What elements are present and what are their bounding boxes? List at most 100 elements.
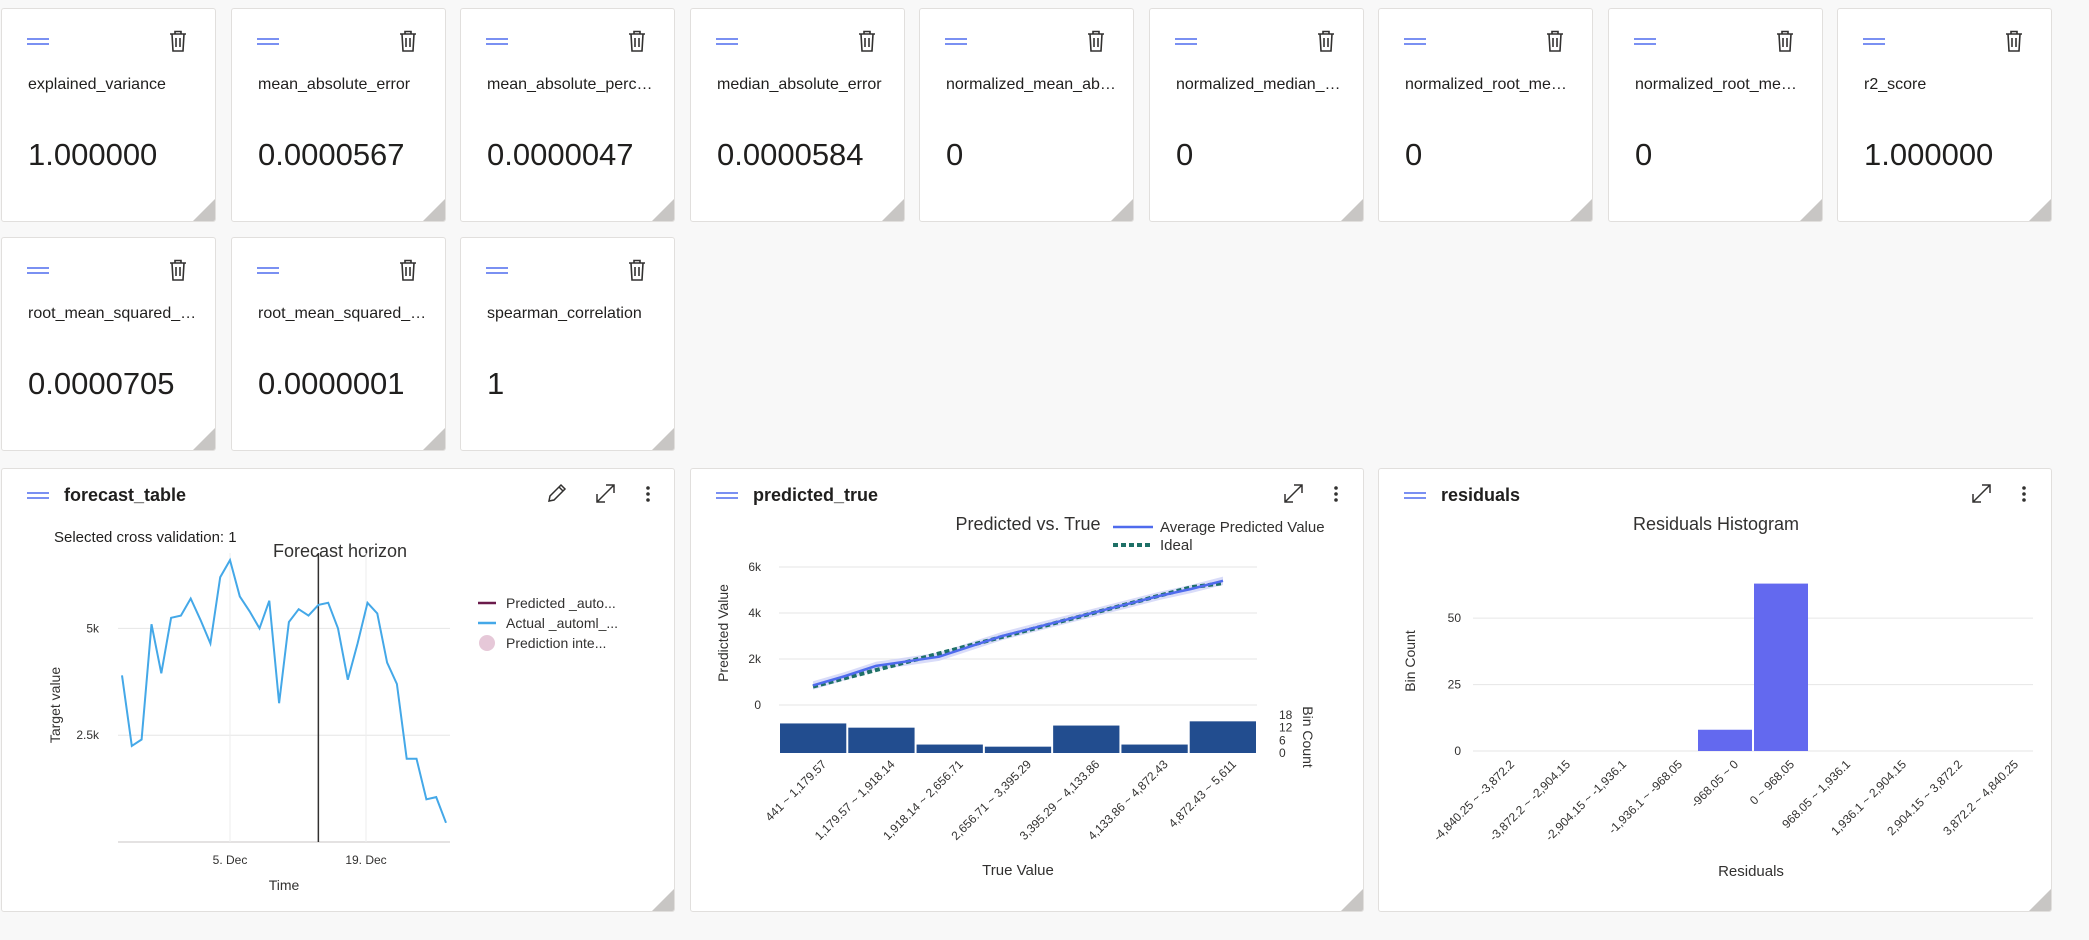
- card-title: forecast_table: [64, 485, 187, 505]
- trash-icon[interactable]: [1544, 29, 1566, 53]
- resize-handle[interactable]: [652, 199, 674, 221]
- y-axis-label: Target value: [47, 667, 63, 743]
- resize-handle[interactable]: [652, 428, 674, 450]
- metric-label: normalized_mean_abs...: [946, 76, 1116, 93]
- resize-handle[interactable]: [2029, 889, 2051, 911]
- y-tick-label: 2k: [748, 652, 762, 666]
- metric-value: 1.000000: [1864, 137, 1994, 172]
- trash-icon[interactable]: [397, 258, 419, 282]
- trash-icon[interactable]: [167, 258, 189, 282]
- actual-series-line: [121, 557, 447, 824]
- drag-handle-icon[interactable]: [945, 37, 967, 47]
- legend-entry: Actual _automl_...: [506, 615, 618, 631]
- bin-count-bar: [1053, 725, 1120, 753]
- legend-swatch-interval: [479, 635, 495, 651]
- y-tick-label: 25: [1448, 678, 1462, 692]
- drag-handle-icon[interactable]: [27, 266, 49, 276]
- resize-handle[interactable]: [193, 428, 215, 450]
- more-options-icon[interactable]: [640, 481, 656, 507]
- metric-value: 0: [946, 137, 964, 172]
- metric-card: root_mean_squared_er... 0.0000705: [1, 237, 216, 451]
- resize-handle[interactable]: [423, 199, 445, 221]
- y-tick-label: 4k: [748, 606, 762, 620]
- metric-card: normalized_root_mean... 0: [1378, 8, 1593, 222]
- more-options-icon[interactable]: [2016, 481, 2032, 507]
- resize-handle[interactable]: [652, 889, 674, 911]
- drag-handle-icon[interactable]: [1404, 37, 1426, 47]
- chart-title: Residuals Histogram: [1633, 514, 1799, 534]
- y-axis-label: Bin Count: [1402, 630, 1418, 692]
- metric-card: mean_absolute_error 0.0000567: [231, 8, 446, 222]
- card-title: residuals: [1441, 485, 1521, 505]
- x-category-label: 441 ~ 1,179.57: [762, 757, 829, 824]
- trash-icon[interactable]: [167, 29, 189, 53]
- bin-count-bar: [780, 723, 847, 753]
- resize-handle[interactable]: [193, 199, 215, 221]
- x-axis-label: Residuals: [1718, 863, 1784, 880]
- drag-handle-icon[interactable]: [1175, 37, 1197, 47]
- resize-handle[interactable]: [423, 428, 445, 450]
- drag-handle-icon[interactable]: [27, 37, 49, 47]
- residual-bar: [1698, 729, 1752, 751]
- resize-handle[interactable]: [1341, 889, 1363, 911]
- resize-handle[interactable]: [882, 199, 904, 221]
- drag-handle-icon[interactable]: [716, 491, 738, 501]
- forecast-table-card: forecast_table Selected cross validation…: [1, 468, 675, 912]
- resize-handle[interactable]: [1570, 199, 1592, 221]
- metric-card: normalized_root_mean... 0: [1608, 8, 1823, 222]
- trash-icon[interactable]: [1085, 29, 1107, 53]
- metric-card: spearman_correlation 1: [460, 237, 675, 451]
- metric-value: 0.0000567: [258, 137, 405, 172]
- expand-icon[interactable]: [593, 481, 619, 507]
- drag-handle-icon[interactable]: [257, 37, 279, 47]
- y-tick-label: 0: [754, 698, 761, 712]
- expand-icon[interactable]: [1281, 481, 1307, 507]
- metric-value: 0.0000001: [258, 366, 405, 401]
- trash-icon[interactable]: [856, 29, 878, 53]
- bin-axis-label: Bin Count: [1300, 706, 1316, 768]
- drag-handle-icon[interactable]: [1863, 37, 1885, 47]
- edit-pencil-icon[interactable]: [544, 481, 570, 507]
- trash-icon[interactable]: [2003, 29, 2025, 53]
- trash-icon[interactable]: [626, 29, 648, 53]
- more-options-icon[interactable]: [1328, 481, 1344, 507]
- metric-card: explained_variance 1.000000: [1, 8, 216, 222]
- metric-label: normalized_median_a...: [1176, 76, 1346, 93]
- drag-handle-icon[interactable]: [1634, 37, 1656, 47]
- residuals-histogram-chart: Residuals Histogram02550Bin Count-4,840.…: [1402, 514, 2033, 880]
- drag-handle-icon[interactable]: [716, 37, 738, 47]
- y-tick-label: 5k: [86, 621, 100, 635]
- metric-value: 0: [1405, 137, 1423, 172]
- metric-value: 0.0000584: [717, 137, 864, 172]
- trash-icon[interactable]: [626, 258, 648, 282]
- metric-value: 1: [487, 366, 505, 401]
- drag-handle-icon[interactable]: [486, 266, 508, 276]
- metric-card: normalized_mean_abs... 0: [919, 8, 1134, 222]
- trash-icon[interactable]: [1774, 29, 1796, 53]
- bin-tick-label: 12: [1279, 721, 1293, 735]
- resize-handle[interactable]: [1111, 199, 1133, 221]
- bin-count-bar: [1189, 721, 1256, 753]
- trash-icon[interactable]: [397, 29, 419, 53]
- legend-entry: Predicted _auto...: [506, 595, 616, 611]
- drag-handle-icon[interactable]: [257, 266, 279, 276]
- drag-handle-icon[interactable]: [486, 37, 508, 47]
- drag-handle-icon[interactable]: [1404, 491, 1426, 501]
- resize-handle[interactable]: [2029, 199, 2051, 221]
- metric-label: median_absolute_error: [717, 76, 882, 93]
- resize-handle[interactable]: [1800, 199, 1822, 221]
- predicted-vs-true-chart: Predicted vs. True Average Predicted Valu…: [715, 514, 1325, 879]
- legend-entry: Prediction inte...: [506, 635, 606, 651]
- expand-icon[interactable]: [1969, 481, 1995, 507]
- metric-label: root_mean_squared_lo...: [258, 305, 428, 322]
- resize-handle[interactable]: [1341, 199, 1363, 221]
- x-category-label: -968.05 ~ 0: [1688, 757, 1741, 810]
- trash-icon[interactable]: [1315, 29, 1337, 53]
- metric-label: root_mean_squared_er...: [28, 305, 198, 322]
- drag-handle-icon[interactable]: [27, 491, 49, 501]
- bin-count-bar: [984, 746, 1052, 753]
- x-tick-label: 5. Dec: [213, 853, 248, 867]
- bin-tick-label: 18: [1279, 708, 1293, 722]
- metric-card: normalized_median_a... 0: [1149, 8, 1364, 222]
- x-tick-label: 19. Dec: [345, 853, 386, 867]
